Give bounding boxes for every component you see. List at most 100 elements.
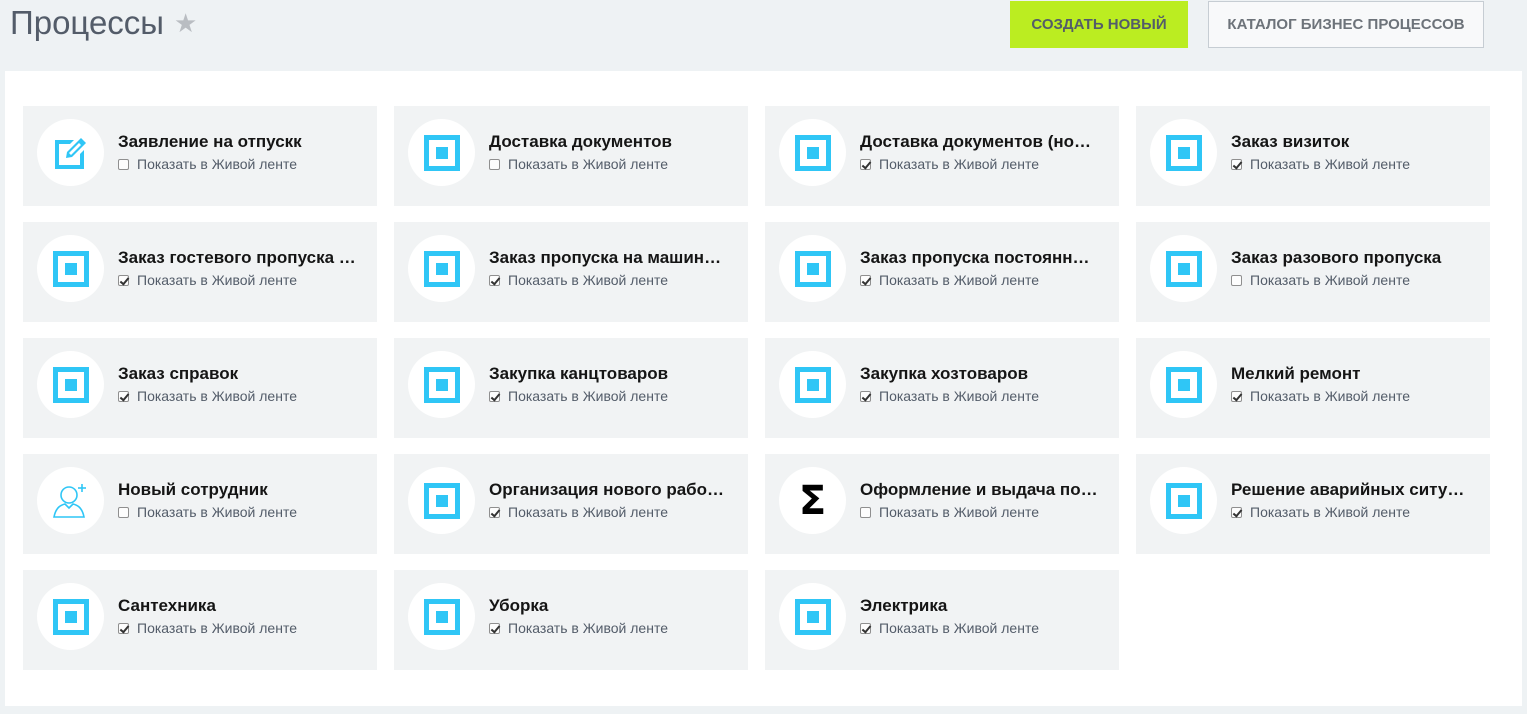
process-title[interactable]: Доставка документов xyxy=(489,132,741,152)
show-in-feed-checkbox[interactable] xyxy=(860,390,871,402)
show-in-feed-label: Показать в Живой ленте xyxy=(879,156,1039,172)
show-in-feed-option[interactable]: Показать в Живой ленте xyxy=(118,620,297,636)
show-in-feed-option[interactable]: Показать в Живой ленте xyxy=(489,620,668,636)
show-in-feed-option[interactable]: Показать в Живой ленте xyxy=(860,504,1039,520)
show-in-feed-checkbox[interactable] xyxy=(1231,506,1242,518)
show-in-feed-option[interactable]: Показать в Живой ленте xyxy=(489,388,668,404)
show-in-feed-option[interactable]: Показать в Живой ленте xyxy=(489,272,668,288)
create-new-button[interactable]: СОЗДАТЬ НОВЫЙ xyxy=(1010,1,1188,48)
process-title[interactable]: Доставка документов (но… xyxy=(860,132,1112,152)
edit-icon xyxy=(37,119,104,186)
process-card[interactable]: Закупка канцтоваров Показать в Живой лент… xyxy=(394,338,748,438)
show-in-feed-label: Показать в Живой ленте xyxy=(137,504,297,520)
favorite-star-icon[interactable]: ★ xyxy=(174,8,197,39)
show-in-feed-checkbox[interactable] xyxy=(1231,390,1242,402)
process-card[interactable]: Заявление на отпускк Показать в Живой лен… xyxy=(23,106,377,206)
show-in-feed-checkbox[interactable] xyxy=(118,274,129,286)
show-in-feed-checkbox[interactable] xyxy=(860,158,871,170)
square-icon xyxy=(1150,235,1217,302)
show-in-feed-checkbox[interactable] xyxy=(118,390,129,402)
process-title[interactable]: Заказ визиток xyxy=(1231,132,1483,152)
show-in-feed-checkbox[interactable] xyxy=(860,506,871,518)
show-in-feed-option[interactable]: Показать в Живой ленте xyxy=(118,504,297,520)
process-title[interactable]: Решение аварийных ситу… xyxy=(1231,480,1483,500)
process-title[interactable]: Закупка канцтоваров xyxy=(489,364,741,384)
show-in-feed-label: Показать в Живой ленте xyxy=(137,272,297,288)
process-title[interactable]: Уборка xyxy=(489,596,741,616)
show-in-feed-checkbox[interactable] xyxy=(489,622,500,634)
show-in-feed-checkbox[interactable] xyxy=(1231,274,1242,286)
page-title: Процессы ★ xyxy=(10,4,197,42)
process-card[interactable]: Заказ пропуска постоянн… Показать в Живой… xyxy=(765,222,1119,322)
process-card[interactable]: Решение аварийных ситу… Показать в Живой … xyxy=(1136,454,1490,554)
process-card[interactable]: Закупка хозтоваров Показать в Живой ленте xyxy=(765,338,1119,438)
process-card[interactable]: Уборка Показать в Живой ленте xyxy=(394,570,748,670)
show-in-feed-label: Показать в Живой ленте xyxy=(879,504,1039,520)
show-in-feed-label: Показать в Живой ленте xyxy=(1250,272,1410,288)
show-in-feed-checkbox[interactable] xyxy=(489,506,500,518)
show-in-feed-option[interactable]: Показать в Живой ленте xyxy=(489,504,668,520)
process-card[interactable]: Новый сотрудник Показать в Живой ленте xyxy=(23,454,377,554)
show-in-feed-checkbox[interactable] xyxy=(860,274,871,286)
show-in-feed-option[interactable]: Показать в Живой ленте xyxy=(489,156,668,172)
process-card[interactable]: Организация нового рабо… Показать в Живой… xyxy=(394,454,748,554)
square-icon xyxy=(1150,119,1217,186)
show-in-feed-checkbox[interactable] xyxy=(489,158,500,170)
show-in-feed-option[interactable]: Показать в Живой ленте xyxy=(118,156,297,172)
process-title[interactable]: Новый сотрудник xyxy=(118,480,370,500)
process-title[interactable]: Заказ пропуска постоянн… xyxy=(860,248,1112,268)
show-in-feed-checkbox[interactable] xyxy=(1231,158,1242,170)
process-title[interactable]: Электрика xyxy=(860,596,1112,616)
process-title[interactable]: Заказ пропуска на машин… xyxy=(489,248,741,268)
process-title[interactable]: Закупка хозтоваров xyxy=(860,364,1112,384)
business-process-catalog-button[interactable]: КАТАЛОГ БИЗНЕС ПРОЦЕССОВ xyxy=(1208,1,1484,48)
process-title[interactable]: Мелкий ремонт xyxy=(1231,364,1483,384)
square-icon xyxy=(37,351,104,418)
show-in-feed-checkbox[interactable] xyxy=(118,506,129,518)
show-in-feed-option[interactable]: Показать в Живой ленте xyxy=(1231,272,1410,288)
process-title[interactable]: Оформление и выдача по… xyxy=(860,480,1112,500)
show-in-feed-checkbox[interactable] xyxy=(118,622,129,634)
show-in-feed-label: Показать в Живой ленте xyxy=(137,620,297,636)
process-card[interactable]: Доставка документов (но… Показать в Живой… xyxy=(765,106,1119,206)
show-in-feed-option[interactable]: Показать в Живой ленте xyxy=(1231,156,1410,172)
process-list-panel: Заявление на отпускк Показать в Живой лен… xyxy=(5,71,1522,706)
show-in-feed-option[interactable]: Показать в Живой ленте xyxy=(860,388,1039,404)
sigma-icon: Σ xyxy=(779,467,846,534)
show-in-feed-option[interactable]: Показать в Живой ленте xyxy=(118,388,297,404)
show-in-feed-label: Показать в Живой ленте xyxy=(879,272,1039,288)
show-in-feed-checkbox[interactable] xyxy=(118,158,129,170)
process-card[interactable]: Электрика Показать в Живой ленте xyxy=(765,570,1119,670)
process-card[interactable]: Сантехника Показать в Живой ленте xyxy=(23,570,377,670)
process-card[interactable]: Заказ пропуска на машин… Показать в Живой… xyxy=(394,222,748,322)
process-title[interactable]: Заказ справок xyxy=(118,364,370,384)
process-card[interactable]: Заказ справок Показать в Живой ленте xyxy=(23,338,377,438)
show-in-feed-checkbox[interactable] xyxy=(860,622,871,634)
square-icon xyxy=(1150,467,1217,534)
show-in-feed-label: Показать в Живой ленте xyxy=(508,156,668,172)
show-in-feed-checkbox[interactable] xyxy=(489,274,500,286)
show-in-feed-checkbox[interactable] xyxy=(489,390,500,402)
square-icon xyxy=(779,119,846,186)
square-icon xyxy=(779,351,846,418)
square-icon xyxy=(408,235,475,302)
process-title[interactable]: Организация нового рабо… xyxy=(489,480,741,500)
process-card[interactable]: Доставка документов Показать в Живой лент… xyxy=(394,106,748,206)
show-in-feed-option[interactable]: Показать в Живой ленте xyxy=(860,156,1039,172)
show-in-feed-option[interactable]: Показать в Живой ленте xyxy=(860,620,1039,636)
show-in-feed-label: Показать в Живой ленте xyxy=(137,388,297,404)
process-title[interactable]: Заявление на отпускк xyxy=(118,132,370,152)
process-card[interactable]: Заказ визиток Показать в Живой ленте xyxy=(1136,106,1490,206)
show-in-feed-option[interactable]: Показать в Живой ленте xyxy=(118,272,297,288)
process-title[interactable]: Заказ разового пропуска xyxy=(1231,248,1483,268)
show-in-feed-option[interactable]: Показать в Живой ленте xyxy=(860,272,1039,288)
process-card[interactable]: Мелкий ремонт Показать в Живой ленте xyxy=(1136,338,1490,438)
process-card[interactable]: Σ Оформление и выдача по… Показать в Живой… xyxy=(765,454,1119,554)
show-in-feed-label: Показать в Живой ленте xyxy=(879,388,1039,404)
process-card[interactable]: Заказ разового пропуска Показать в Живой … xyxy=(1136,222,1490,322)
show-in-feed-option[interactable]: Показать в Живой ленте xyxy=(1231,504,1410,520)
process-title[interactable]: Сантехника xyxy=(118,596,370,616)
process-card[interactable]: Заказ гостевого пропуска … Показать в Жив… xyxy=(23,222,377,322)
show-in-feed-option[interactable]: Показать в Живой ленте xyxy=(1231,388,1410,404)
process-title[interactable]: Заказ гостевого пропуска … xyxy=(118,248,370,268)
